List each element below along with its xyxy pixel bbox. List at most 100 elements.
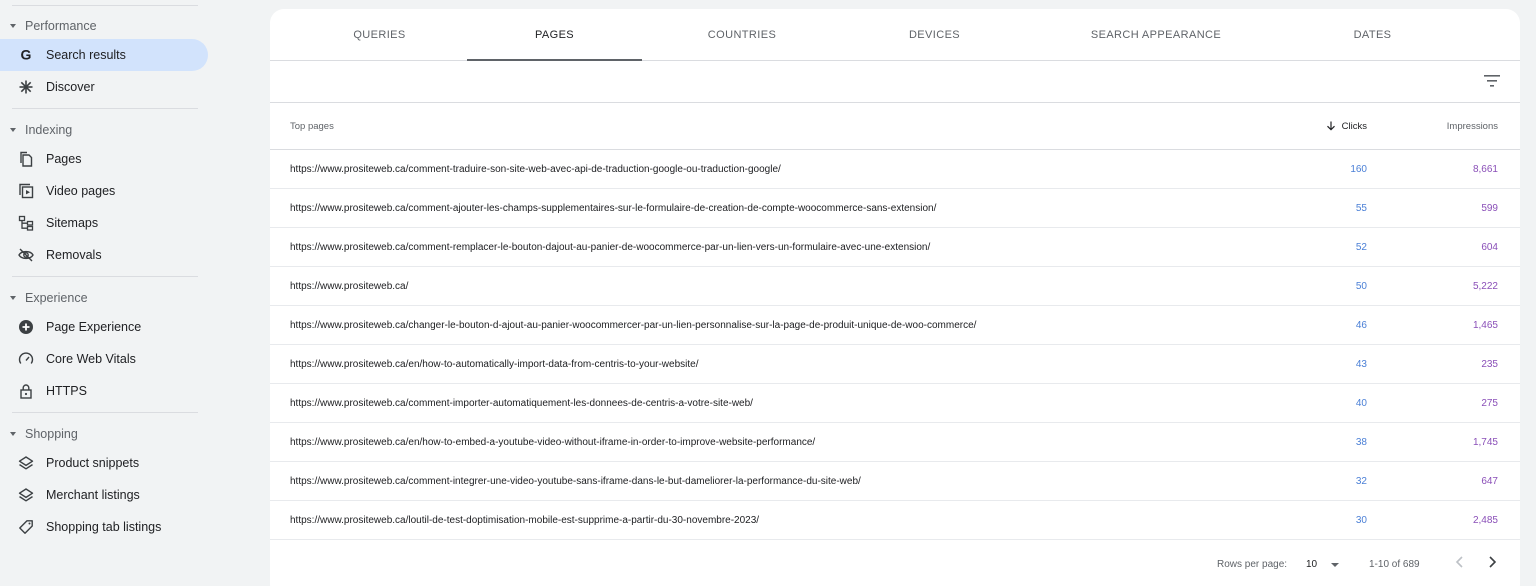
page-url[interactable]: https://www.prositeweb.ca/comment-rempla… xyxy=(290,242,930,253)
tab-search-appearance[interactable]: SEARCH APPEARANCE xyxy=(1027,9,1285,60)
tab-label: DEVICES xyxy=(908,28,961,41)
filter-icon[interactable] xyxy=(1484,74,1500,88)
tab-devices[interactable]: DEVICES xyxy=(842,9,1027,60)
clicks-value: 160 xyxy=(1350,163,1367,175)
sidebar-item-label: Discover xyxy=(46,80,95,94)
table-header: Top pages Clicks Impressions xyxy=(270,103,1520,150)
chevron-right-icon[interactable] xyxy=(1484,554,1500,570)
table-row[interactable]: https://www.prositeweb.ca/changer-le-bou… xyxy=(270,306,1520,345)
tab-countries[interactable]: COUNTRIES xyxy=(642,9,842,60)
col-header-page: Top pages xyxy=(290,120,334,132)
page-url[interactable]: https://www.prositeweb.ca/changer-le-bou… xyxy=(290,320,976,331)
tab-label: DATES xyxy=(1353,28,1392,41)
page-url[interactable]: https://www.prositeweb.ca/comment-import… xyxy=(290,398,753,409)
dropdown-arrow-icon xyxy=(1331,562,1340,567)
clicks-value: 40 xyxy=(1355,397,1367,409)
table-body: https://www.prositeweb.ca/comment-tradui… xyxy=(270,150,1520,540)
table-row[interactable]: https://www.prositeweb.ca/en/how-to-auto… xyxy=(270,345,1520,384)
clicks-value: 46 xyxy=(1355,319,1367,331)
tab-label: SEARCH APPEARANCE xyxy=(1090,28,1222,41)
eye-off-icon xyxy=(17,246,35,264)
section-shopping[interactable]: Shopping xyxy=(0,421,210,447)
impressions-value: 647 xyxy=(1481,475,1498,487)
tab-label: QUERIES xyxy=(353,28,406,41)
google-g-icon: G xyxy=(17,46,35,64)
sidebar-item-removals[interactable]: Removals xyxy=(0,239,208,271)
clicks-value: 55 xyxy=(1355,202,1367,214)
tab-label: PAGES xyxy=(534,28,575,41)
table-row[interactable]: https://www.prositeweb.ca/comment-integr… xyxy=(270,462,1520,501)
sidebar-item-label: Merchant listings xyxy=(46,488,140,502)
chevron-left-icon[interactable] xyxy=(1452,554,1468,570)
page-url[interactable]: https://www.prositeweb.ca/comment-ajoute… xyxy=(290,203,936,214)
clicks-value: 50 xyxy=(1355,280,1367,292)
sidebar-divider xyxy=(12,108,198,109)
pages-icon xyxy=(17,150,35,168)
sidebar: Performance G Search results Discover In… xyxy=(0,0,210,586)
section-title: Indexing xyxy=(25,123,73,137)
impressions-value: 235 xyxy=(1481,358,1498,370)
sidebar-item-page-experience[interactable]: Page Experience xyxy=(0,311,208,343)
clicks-value: 43 xyxy=(1355,358,1367,370)
col-header-clicks[interactable]: Clicks xyxy=(1326,121,1367,132)
tab-dates[interactable]: DATES xyxy=(1285,9,1460,60)
table-row[interactable]: https://www.prositeweb.ca/loutil-de-test… xyxy=(270,501,1520,540)
rows-per-page-select[interactable]: 10 xyxy=(1306,559,1340,570)
table-row[interactable]: https://www.prositeweb.ca/comment-ajoute… xyxy=(270,189,1520,228)
sidebar-item-discover[interactable]: Discover xyxy=(0,71,208,103)
section-performance[interactable]: Performance xyxy=(0,13,210,39)
sidebar-item-label: Removals xyxy=(46,248,102,262)
table-row[interactable]: https://www.prositeweb.ca/comment-rempla… xyxy=(270,228,1520,267)
table-row[interactable]: https://www.prositeweb.ca/ 50 5,222 xyxy=(270,267,1520,306)
rows-per-page-label: Rows per page: xyxy=(1217,559,1288,570)
sidebar-item-core-web-vitals[interactable]: Core Web Vitals xyxy=(0,343,208,375)
section-indexing[interactable]: Indexing xyxy=(0,117,210,143)
filter-row xyxy=(270,61,1520,103)
caret-down-icon xyxy=(10,432,16,436)
impressions-value: 8,661 xyxy=(1472,163,1498,175)
impressions-value: 2,485 xyxy=(1472,514,1498,526)
sidebar-item-label: Search results xyxy=(46,48,126,62)
page-url[interactable]: https://www.prositeweb.ca/comment-integr… xyxy=(290,476,861,487)
impressions-value: 5,222 xyxy=(1472,280,1498,292)
sidebar-item-product-snippets[interactable]: Product snippets xyxy=(0,447,208,479)
clicks-value: 38 xyxy=(1355,436,1367,448)
sidebar-item-video-pages[interactable]: Video pages xyxy=(0,175,208,207)
section-experience[interactable]: Experience xyxy=(0,285,210,311)
table-row[interactable]: https://www.prositeweb.ca/comment-tradui… xyxy=(270,150,1520,189)
sidebar-item-label: Video pages xyxy=(46,184,116,198)
video-pages-icon xyxy=(17,182,35,200)
section-title: Performance xyxy=(25,19,97,33)
sidebar-item-sitemaps[interactable]: Sitemaps xyxy=(0,207,208,239)
sidebar-divider xyxy=(12,5,198,6)
page-url[interactable]: https://www.prositeweb.ca/loutil-de-test… xyxy=(290,515,759,526)
impressions-value: 275 xyxy=(1481,397,1498,409)
tab-queries[interactable]: QUERIES xyxy=(292,9,467,60)
clicks-value: 30 xyxy=(1355,514,1367,526)
caret-down-icon xyxy=(10,128,16,132)
impressions-value: 604 xyxy=(1481,241,1498,253)
col-header-impressions[interactable]: Impressions xyxy=(1447,121,1498,132)
col-header-clicks-label: Clicks xyxy=(1341,120,1367,132)
caret-down-icon xyxy=(10,24,16,28)
sidebar-item-search-results[interactable]: G Search results xyxy=(0,39,208,71)
tag-icon xyxy=(17,518,35,536)
table-row[interactable]: https://www.prositeweb.ca/comment-import… xyxy=(270,384,1520,423)
tab-pages[interactable]: PAGES xyxy=(467,9,642,61)
table-row[interactable]: https://www.prositeweb.ca/en/how-to-embe… xyxy=(270,423,1520,462)
page-url[interactable]: https://www.prositeweb.ca/comment-tradui… xyxy=(290,164,781,175)
page-url[interactable]: https://www.prositeweb.ca/ xyxy=(290,281,408,292)
clicks-value: 32 xyxy=(1355,475,1367,487)
sidebar-item-shopping-tab-listings[interactable]: Shopping tab listings xyxy=(0,511,208,543)
sidebar-item-label: HTTPS xyxy=(46,384,87,398)
sidebar-item-merchant-listings[interactable]: Merchant listings xyxy=(0,479,208,511)
impressions-value: 599 xyxy=(1481,202,1498,214)
tab-label: COUNTRIES xyxy=(707,28,777,41)
page-url[interactable]: https://www.prositeweb.ca/en/how-to-auto… xyxy=(290,359,698,370)
sidebar-item-https[interactable]: HTTPS xyxy=(0,375,208,407)
sidebar-item-pages[interactable]: Pages xyxy=(0,143,208,175)
sidebar-item-label: Sitemaps xyxy=(46,216,99,230)
dimension-tabs: QUERIES PAGES COUNTRIES DEVICES SEARCH APPEA… xyxy=(270,9,1520,61)
page-url[interactable]: https://www.prositeweb.ca/en/how-to-embe… xyxy=(290,437,815,448)
impressions-value: 1,745 xyxy=(1472,436,1498,448)
